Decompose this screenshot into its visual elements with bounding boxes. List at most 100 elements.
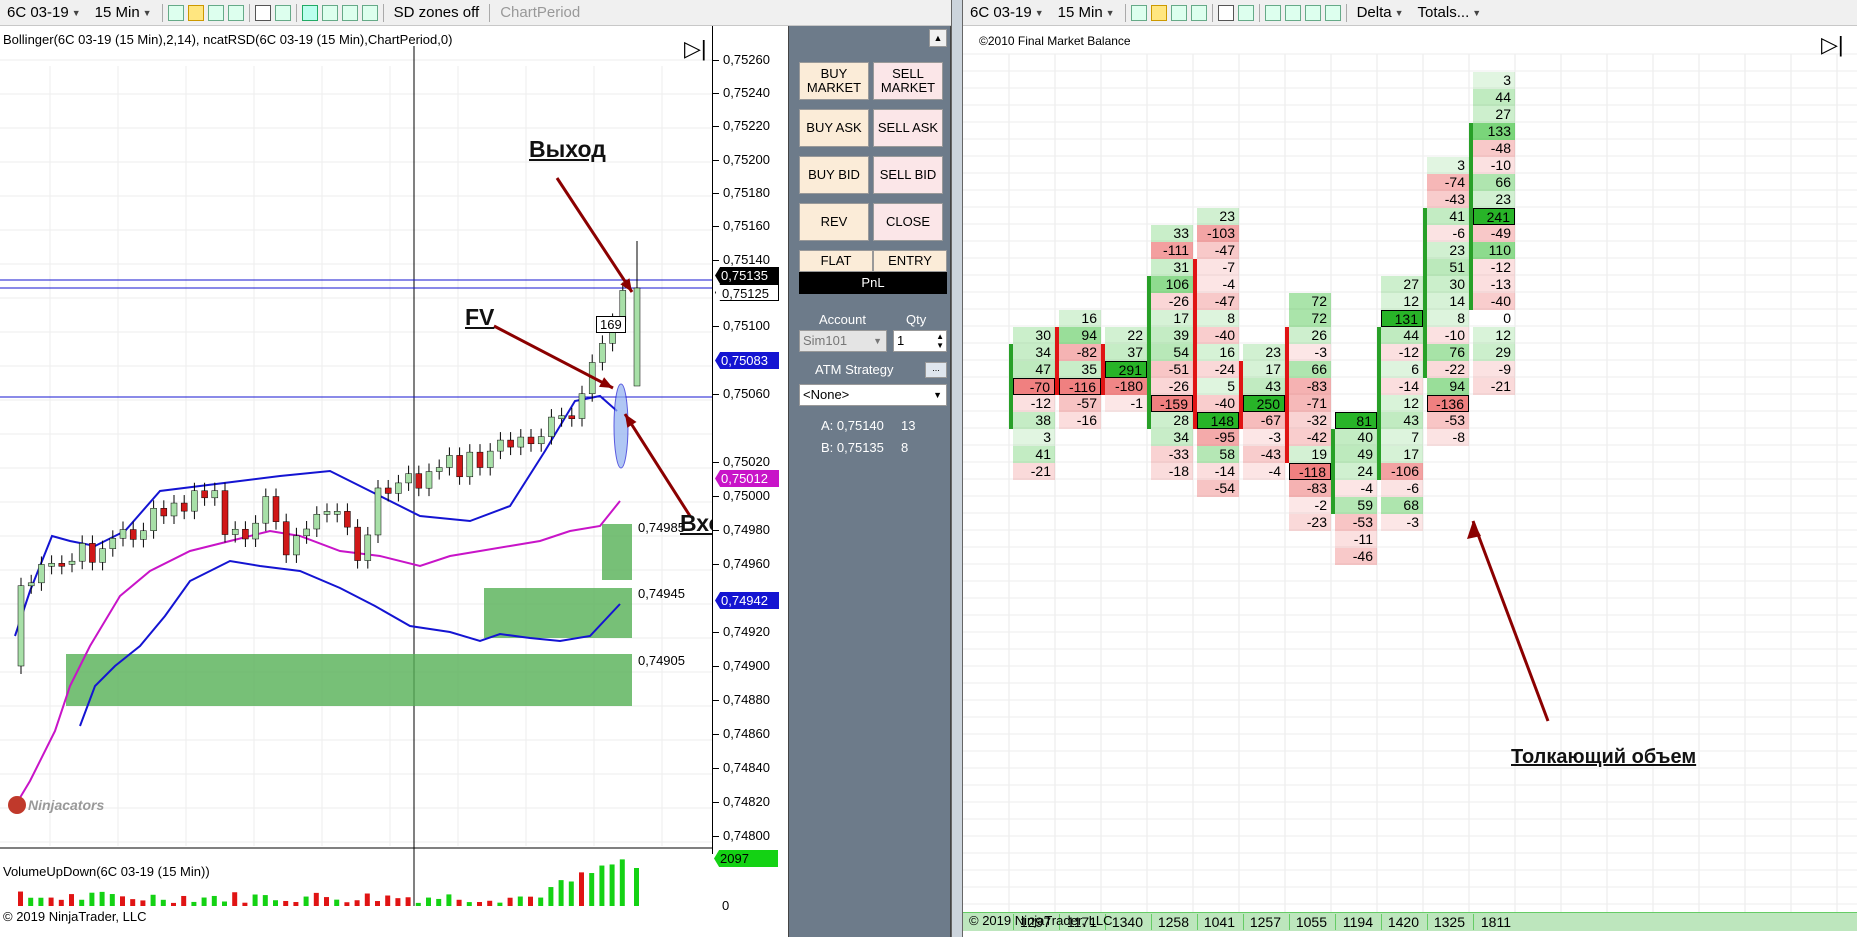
volume-bar [589, 873, 595, 906]
footprint-cell: 8 [1427, 310, 1469, 327]
footprint-cell: -32 [1289, 412, 1331, 429]
footprint-cell: 23 [1197, 208, 1239, 225]
footprint-cell: 41 [1427, 208, 1469, 225]
buy-market-button[interactable]: BUY MARKET [799, 62, 869, 100]
footprint-cell: 12 [1381, 395, 1423, 412]
stepper-arrows-icon[interactable]: ▲ ▼ [936, 332, 944, 350]
instrument-selector[interactable]: 6C 03-19 ▼ [0, 0, 88, 26]
footprint-cell: -10 [1427, 327, 1469, 344]
candle [191, 490, 198, 512]
sell-market-button[interactable]: SELL MARKET [873, 62, 943, 100]
footprint-cell: -7 [1197, 259, 1239, 276]
total-cell: 1257 [1243, 914, 1285, 930]
atm-settings-button[interactable]: ... [925, 362, 947, 378]
footprint-cell: -22 [1427, 361, 1469, 378]
footprint-cell: 6 [1381, 361, 1423, 378]
footprint-cell: -6 [1381, 480, 1423, 497]
volume-bar [344, 902, 350, 906]
candle [333, 511, 341, 515]
flat-button[interactable]: FLAT [799, 250, 873, 272]
price-chart[interactable]: Bollinger(6C 03-19 (15 Min),2,14), ncatR… [0, 26, 782, 924]
bar-count-label: 169 [596, 316, 626, 333]
price-tick: 0,75060 [713, 386, 770, 401]
play-icon[interactable]: ▷| [684, 38, 707, 60]
crosshair-icon[interactable] [1217, 4, 1234, 21]
bollinger-middle [14, 500, 621, 807]
indicators-icon[interactable] [321, 4, 338, 21]
chart-trader-icon[interactable] [1264, 4, 1281, 21]
totals-selector[interactable]: Totals... ▼ [1411, 0, 1489, 26]
volume-bar [609, 864, 615, 906]
search-icon[interactable] [274, 4, 291, 21]
chart-style-icon[interactable] [167, 4, 184, 21]
candle [497, 439, 504, 452]
footprint-cell: -14 [1197, 463, 1239, 480]
instrument-selector[interactable]: 6C 03-19 ▼ [963, 0, 1051, 26]
buy-bid-button[interactable]: BUY BID [799, 156, 869, 194]
footprint-cell: 54 [1151, 344, 1193, 361]
total-cell: 1811 [1473, 914, 1515, 930]
candle [313, 513, 321, 530]
footprint-cell: 17 [1243, 361, 1285, 378]
volume-bar [538, 897, 544, 906]
drawing-tools-icon[interactable] [1150, 4, 1167, 21]
qty-stepper[interactable]: 1 ▲ ▼ [893, 330, 947, 352]
zoom-out-icon[interactable] [1190, 4, 1207, 21]
close-button[interactable]: CLOSE [873, 203, 943, 241]
footprint-cell: -67 [1243, 412, 1285, 429]
properties-icon[interactable] [361, 4, 378, 21]
volume-bar [558, 880, 564, 906]
drawing-tools-icon[interactable] [187, 4, 204, 21]
zoom-in-icon[interactable] [207, 4, 224, 21]
chart-style-icon[interactable] [1130, 4, 1147, 21]
buy-ask-button[interactable]: BUY ASK [799, 109, 869, 147]
zoom-in-icon[interactable] [1170, 4, 1187, 21]
footprint-cell: 241 [1473, 208, 1515, 225]
footprint-chart[interactable]: ©2010 Final Market Balance ▷| 30 34 47 -70-… [963, 26, 1857, 937]
footprint-cell: -180 [1105, 378, 1147, 395]
candle [129, 529, 137, 540]
chart-period-button[interactable]: ChartPeriod [493, 0, 587, 26]
properties-icon[interactable] [1324, 4, 1341, 21]
panel-splitter[interactable] [951, 0, 963, 937]
collapse-button[interactable]: ▲ [929, 29, 947, 47]
footprint-cell: 17 [1381, 446, 1423, 463]
sell-ask-button[interactable]: SELL ASK [873, 109, 943, 147]
interval-selector[interactable]: 15 Min ▼ [1051, 0, 1122, 26]
chart-trader-panel: ▲ BUY MARKET SELL MARKET BUY ASK SELL AS… [788, 26, 951, 937]
volume-bar [262, 895, 268, 906]
zoom-out-icon[interactable] [227, 4, 244, 21]
strategies-icon[interactable] [1304, 4, 1321, 21]
candle [568, 415, 576, 419]
volume-bar [69, 894, 74, 906]
candle [507, 439, 514, 448]
crosshair-icon[interactable] [254, 4, 271, 21]
chart-trader-icon[interactable] [301, 4, 318, 21]
account-select[interactable]: Sim101 ▼ [799, 330, 887, 352]
entry-button[interactable]: ENTRY [873, 250, 947, 272]
volume-bar [222, 901, 227, 906]
atm-strategy-label: ATM Strategy [815, 362, 894, 377]
footprint-cell: 41 [1013, 446, 1055, 463]
volume-bar [507, 897, 513, 906]
delta-selector[interactable]: Delta ▼ [1350, 0, 1411, 26]
footprint-cell: 8 [1197, 310, 1239, 327]
footprint-cell: 51 [1427, 259, 1469, 276]
volume-bar [619, 859, 625, 906]
interval-selector[interactable]: 15 Min ▼ [88, 0, 159, 26]
strategies-icon[interactable] [341, 4, 358, 21]
price-axis[interactable]: 0,75260 0,75240 0,75220 0,75200 0,75180 0,751… [712, 26, 787, 854]
search-icon[interactable] [1237, 4, 1254, 21]
footprint-cell: 3 [1013, 429, 1055, 446]
sell-bid-button[interactable]: SELL BID [873, 156, 943, 194]
atm-strategy-select[interactable]: <None> ▼ [799, 384, 947, 406]
sd-zones-button[interactable]: SD zones off [387, 0, 487, 26]
toolbar-divider [161, 3, 163, 22]
reverse-button[interactable]: REV [799, 203, 869, 241]
indicators-icon[interactable] [1284, 4, 1301, 21]
play-icon[interactable]: ▷| [1821, 34, 1844, 56]
volume-bar [395, 898, 401, 906]
candle [374, 487, 382, 536]
footprint-cell: 3 [1427, 157, 1469, 174]
footprint-cell: -33 [1151, 446, 1193, 463]
